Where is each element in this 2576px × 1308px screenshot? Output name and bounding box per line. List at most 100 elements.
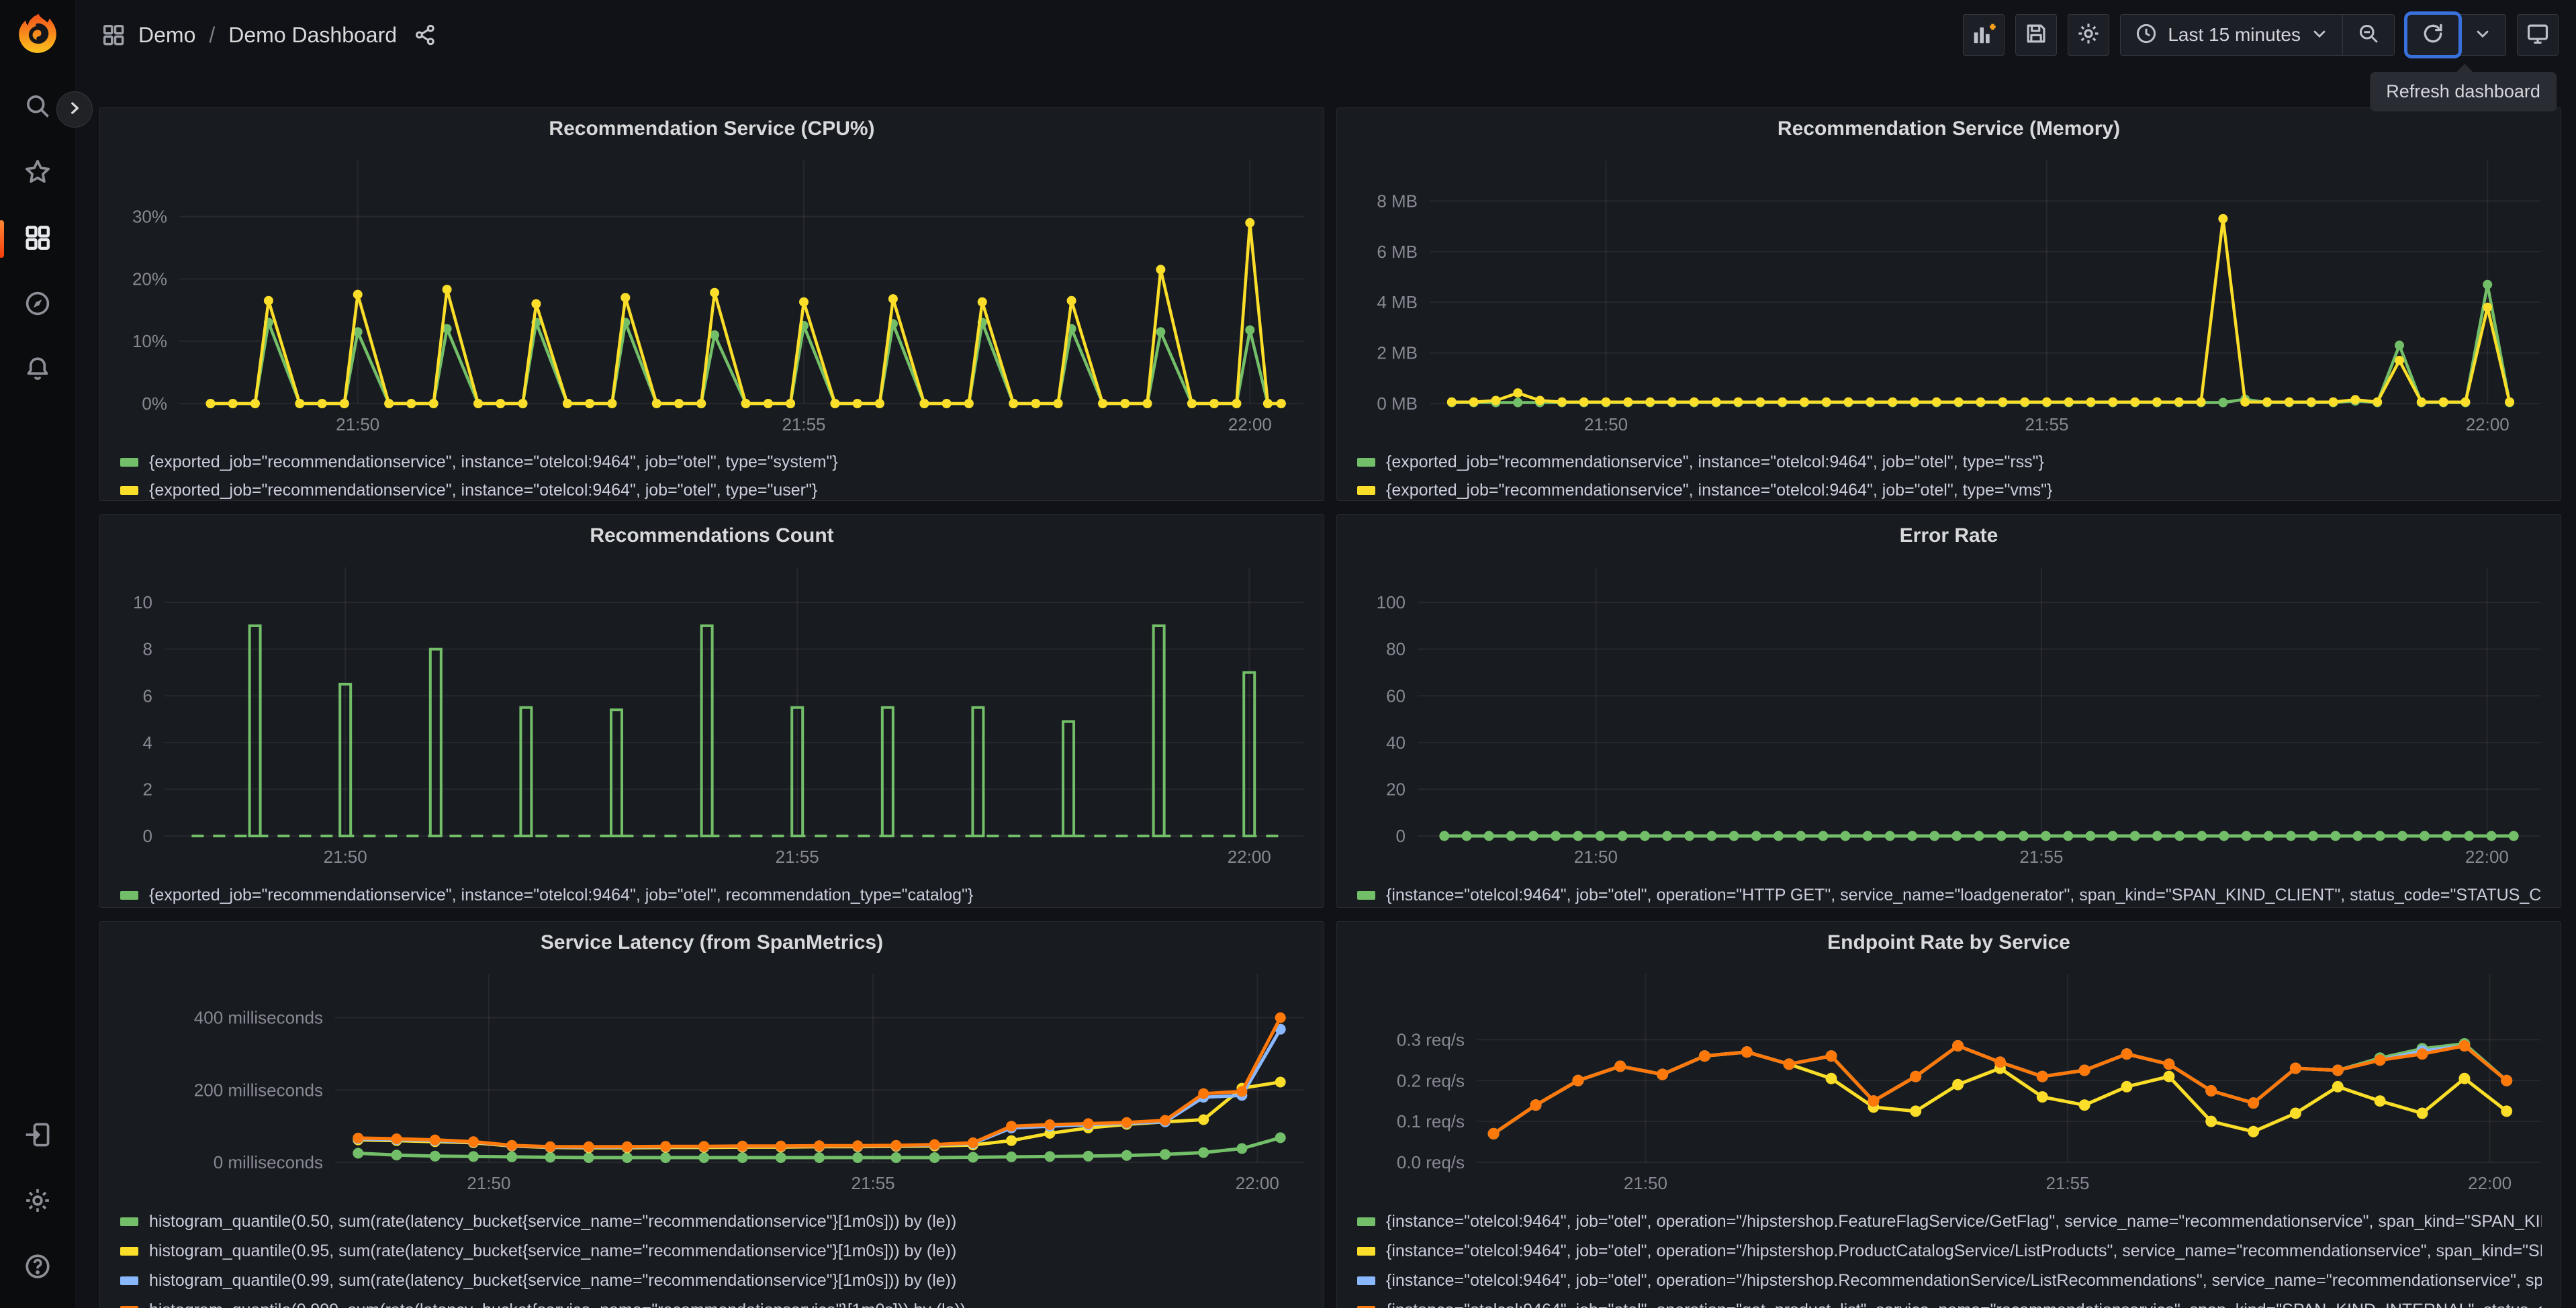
time-range-picker[interactable]: Last 15 minutes (2121, 15, 2342, 55)
panel-title[interactable]: Endpoint Rate by Service (1337, 922, 2561, 964)
svg-text:40: 40 (1386, 733, 1406, 753)
time-range-label: Last 15 minutes (2168, 24, 2301, 45)
svg-text:0: 0 (1396, 826, 1406, 846)
legend-item[interactable]: {exported_job="recommendationservice", i… (120, 884, 1305, 906)
main-area: Demo / Demo Dashboard Last 15 minutes Re… (75, 0, 2576, 1308)
svg-text:8: 8 (143, 639, 152, 659)
breadcrumb-section[interactable]: Demo (138, 23, 195, 48)
legend: {instance="otelcol:9464", job="otel", op… (1337, 872, 2561, 906)
chevron-down-icon (2310, 24, 2329, 46)
panel-title[interactable]: Recommendation Service (Memory) (1337, 108, 2561, 150)
breadcrumb-page-title: Demo Dashboard (228, 22, 398, 47)
svg-text:21:55: 21:55 (2025, 414, 2068, 434)
svg-text:4: 4 (143, 733, 152, 753)
chart-canvas[interactable]: 0% 10% 20% 30% 21:50 21:55 22:00 (100, 150, 1324, 440)
svg-text:0 milliseconds: 0 milliseconds (214, 1152, 323, 1172)
legend-item[interactable]: histogram_quantile(0.99, sum(rate(latenc… (120, 1270, 1305, 1291)
legend-swatch (1357, 1217, 1375, 1226)
sidebar-bottom (21, 1120, 54, 1284)
legend-swatch (120, 485, 138, 495)
bar-chart-plus-icon (1970, 20, 1997, 50)
zoom-out-button[interactable] (2343, 15, 2394, 55)
legend-item[interactable]: {exported_job="recommendationservice", i… (1357, 452, 2542, 472)
chart-canvas[interactable]: 0 MB 2 MB 4 MB 6 MB 8 MB 21:50 21:55 22:00 (1337, 150, 2561, 440)
chart-area[interactable]: 0 2 4 6 8 10 21:50 21:55 22:00 (100, 557, 1324, 872)
dashboard-settings-button[interactable] (2068, 14, 2110, 56)
legend-label: {exported_job="recommendationservice", i… (149, 452, 838, 471)
chart-area[interactable]: 0 milliseconds 200 milliseconds 400 millis… (100, 964, 1324, 1199)
legend-item[interactable]: histogram_quantile(0.999, sum(rate(laten… (120, 1299, 1305, 1308)
panel-title[interactable]: Recommendation Service (CPU%) (100, 108, 1324, 150)
legend-item[interactable]: {instance="otelcol:9464", job="otel", op… (1357, 1240, 2542, 1262)
bell-icon (23, 355, 52, 387)
legend-swatch (1357, 485, 1375, 495)
sidebar-expand-button[interactable] (56, 91, 93, 128)
refresh-interval-dropdown[interactable] (2460, 15, 2505, 55)
chevron-right-icon (66, 99, 83, 120)
legend-swatch (120, 1305, 138, 1308)
chart-area[interactable]: 0.0 req/s 0.1 req/s 0.2 req/s 0.3 req/s 21:5… (1337, 964, 2561, 1199)
legend-label: {instance="otelcol:9464", job="otel", op… (1386, 1270, 2542, 1290)
svg-text:21:50: 21:50 (1624, 1173, 1667, 1193)
svg-text:80: 80 (1386, 639, 1406, 659)
svg-text:0 MB: 0 MB (1377, 393, 1418, 414)
legend-label: histogram_quantile(0.99, sum(rate(latenc… (149, 1270, 957, 1290)
svg-text:200 milliseconds: 200 milliseconds (194, 1080, 323, 1100)
svg-text:22:00: 22:00 (2466, 414, 2510, 434)
legend-item[interactable]: {exported_job="recommendationservice", i… (120, 452, 1305, 472)
panel-title[interactable]: Recommendations Count (100, 515, 1324, 557)
panel-title[interactable]: Service Latency (from SpanMetrics) (100, 922, 1324, 964)
chart-canvas[interactable]: 0 2 4 6 8 10 21:50 21:55 22:00 (100, 557, 1324, 872)
svg-text:22:00: 22:00 (2468, 1173, 2512, 1193)
svg-text:10%: 10% (132, 331, 167, 351)
sidebar-item-search[interactable] (21, 91, 54, 124)
legend-item[interactable]: {instance="otelcol:9464", job="otel", op… (1357, 884, 2542, 906)
sidebar-item-explore[interactable] (21, 289, 54, 321)
chart-canvas[interactable]: 0 milliseconds 200 milliseconds 400 millis… (100, 964, 1324, 1199)
save-dashboard-button[interactable] (2015, 14, 2058, 56)
legend-item[interactable]: histogram_quantile(0.95, sum(rate(latenc… (120, 1240, 1305, 1262)
question-circle-icon (23, 1252, 52, 1284)
svg-text:2 MB: 2 MB (1377, 343, 1418, 363)
sidebar-item-alerting[interactable] (21, 355, 54, 387)
clock-icon (2134, 21, 2158, 49)
sidebar-item-configuration[interactable] (21, 1186, 54, 1218)
legend-item[interactable]: histogram_quantile(0.50, sum(rate(latenc… (120, 1211, 1305, 1232)
chart-canvas[interactable]: 0 20 40 60 80 100 21:50 21:55 22:00 (1337, 557, 2561, 872)
legend-swatch (1357, 1305, 1375, 1308)
svg-text:100: 100 (1377, 592, 1406, 612)
chart-canvas[interactable]: 0.0 req/s 0.1 req/s 0.2 req/s 0.3 req/s 21:5… (1337, 964, 2561, 1199)
add-panel-button[interactable] (1963, 14, 2005, 56)
legend-label: {exported_job="recommendationservice", i… (1386, 480, 2053, 500)
sidebar-item-help[interactable] (21, 1252, 54, 1284)
svg-text:20%: 20% (132, 269, 167, 289)
apps-grid-icon (101, 22, 126, 48)
share-icon[interactable] (413, 23, 437, 47)
sidebar-item-dashboards[interactable] (0, 220, 54, 258)
legend-item[interactable]: {instance="otelcol:9464", job="otel", op… (1357, 1299, 2542, 1308)
panel-title[interactable]: Error Rate (1337, 515, 2561, 557)
monitor-icon (2525, 21, 2550, 50)
sidebar-item-sign-in[interactable] (21, 1120, 54, 1152)
grafana-logo-icon[interactable] (15, 12, 60, 56)
svg-text:30%: 30% (132, 207, 167, 227)
legend-label: {instance="otelcol:9464", job="otel", op… (1386, 885, 2542, 904)
sidebar-item-starred[interactable] (21, 157, 54, 189)
legend-item[interactable]: {instance="otelcol:9464", job="otel", op… (1357, 1211, 2542, 1232)
svg-text:21:50: 21:50 (1584, 414, 1628, 434)
kiosk-mode-button[interactable] (2517, 14, 2559, 56)
refresh-dashboard-button[interactable] (2407, 15, 2458, 55)
svg-text:22:00: 22:00 (1228, 847, 1271, 867)
legend-item[interactable]: {exported_job="recommendationservice", i… (1357, 480, 2542, 500)
legend-item[interactable]: {exported_job="recommendationservice", i… (120, 480, 1305, 500)
chart-area[interactable]: 0 20 40 60 80 100 21:50 21:55 22:00 (1337, 557, 2561, 872)
svg-text:8 MB: 8 MB (1377, 191, 1418, 211)
chart-area[interactable]: 0 MB 2 MB 4 MB 6 MB 8 MB 21:50 21:55 22:00 (1337, 150, 2561, 440)
legend-item[interactable]: {instance="otelcol:9464", job="otel", op… (1357, 1270, 2542, 1291)
compass-icon (23, 289, 52, 322)
gear-icon (23, 1186, 52, 1219)
svg-text:21:55: 21:55 (2045, 1173, 2089, 1193)
svg-text:0%: 0% (142, 393, 167, 414)
chart-area[interactable]: 0% 10% 20% 30% 21:50 21:55 22:00 (100, 150, 1324, 440)
svg-text:4 MB: 4 MB (1377, 292, 1418, 312)
